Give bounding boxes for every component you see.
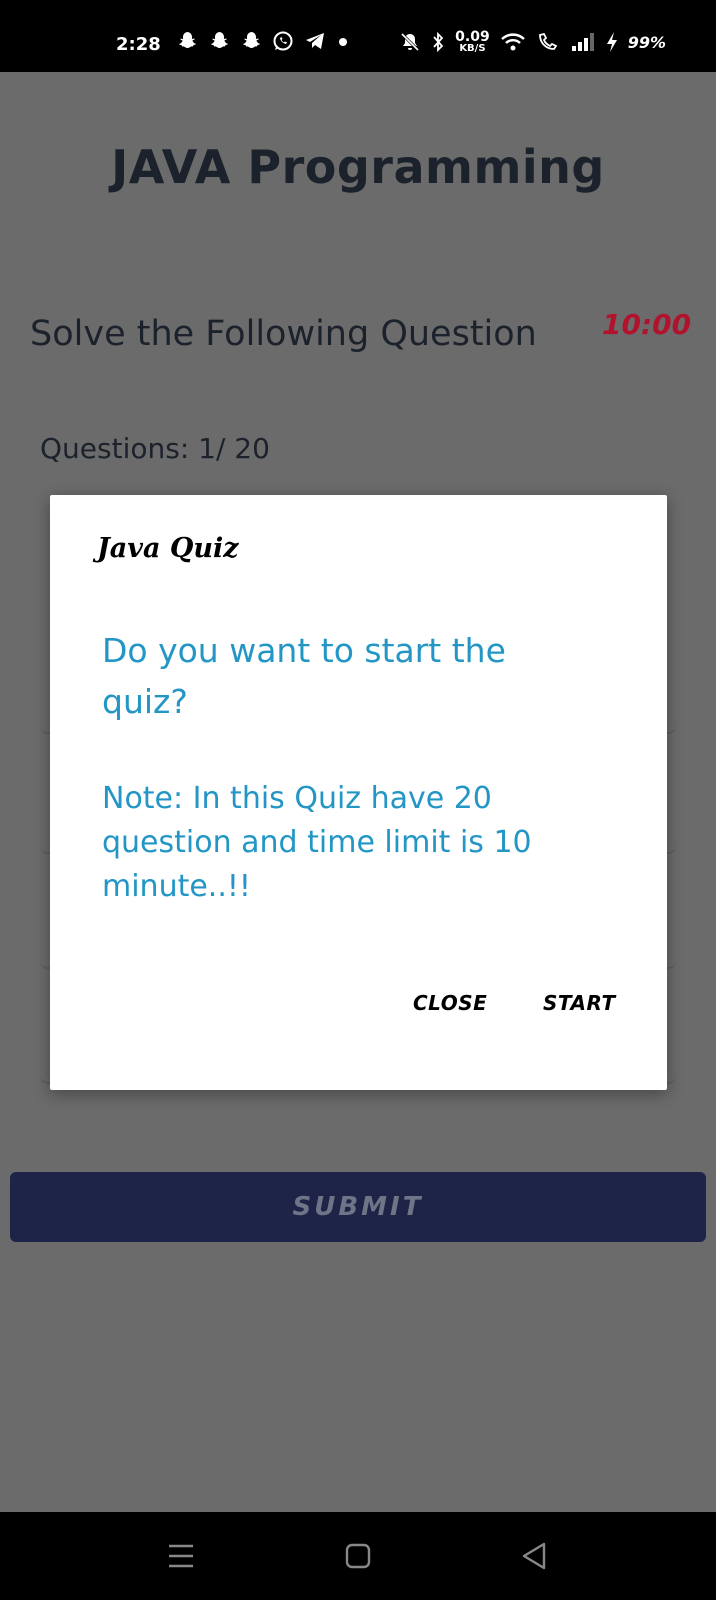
network-speed-value: 0.09 [455, 29, 490, 45]
network-speed-unit: KB/S [459, 43, 486, 54]
dialog-message: Do you want to start the quiz? [102, 631, 506, 721]
charging-icon [606, 32, 617, 52]
status-bar: 2:28 0.09 KB/S 99% [0, 0, 716, 72]
recents-icon [169, 1544, 193, 1568]
snapchat-icon [179, 32, 196, 49]
home-button[interactable] [336, 1534, 380, 1578]
app-title: JAVA Programming [111, 140, 605, 194]
wifi-calling-icon [538, 32, 558, 50]
snapchat-icon [243, 32, 260, 49]
wifi-icon [500, 33, 525, 51]
telegram-icon [306, 33, 324, 49]
home-icon [345, 1543, 371, 1569]
snapchat-icon [211, 32, 228, 49]
back-icon [522, 1542, 546, 1570]
dot-icon [339, 38, 347, 46]
recents-button[interactable] [159, 1534, 203, 1578]
mute-bell-icon [401, 32, 420, 52]
submit-button[interactable]: SUBMIT [10, 1172, 706, 1242]
bluetooth-icon [433, 31, 444, 53]
start-button[interactable]: START [543, 991, 616, 1015]
notification-icons [176, 30, 350, 52]
signal-icon [571, 33, 594, 51]
dialog-note: Note: In this Quiz have 20 question and … [102, 781, 532, 904]
back-button[interactable] [512, 1534, 556, 1578]
status-right-icons: 0.09 KB/S 99% [399, 30, 666, 54]
close-button[interactable]: CLOSE [413, 991, 487, 1015]
battery-level: 99% [627, 32, 666, 52]
navigation-bar [0, 1512, 716, 1600]
start-quiz-dialog: Java Quiz Do you want to start the quiz?… [50, 495, 667, 1090]
status-time: 2:28 [116, 34, 161, 55]
question-counter: Questions: 1/ 20 [40, 432, 270, 465]
section-title: Solve the Following Question [30, 314, 537, 354]
dialog-title: Java Quiz [97, 533, 239, 564]
whatsapp-icon [273, 31, 293, 51]
network-speed: 0.09 KB/S [455, 30, 490, 54]
quiz-timer: 10:00 [602, 308, 692, 341]
